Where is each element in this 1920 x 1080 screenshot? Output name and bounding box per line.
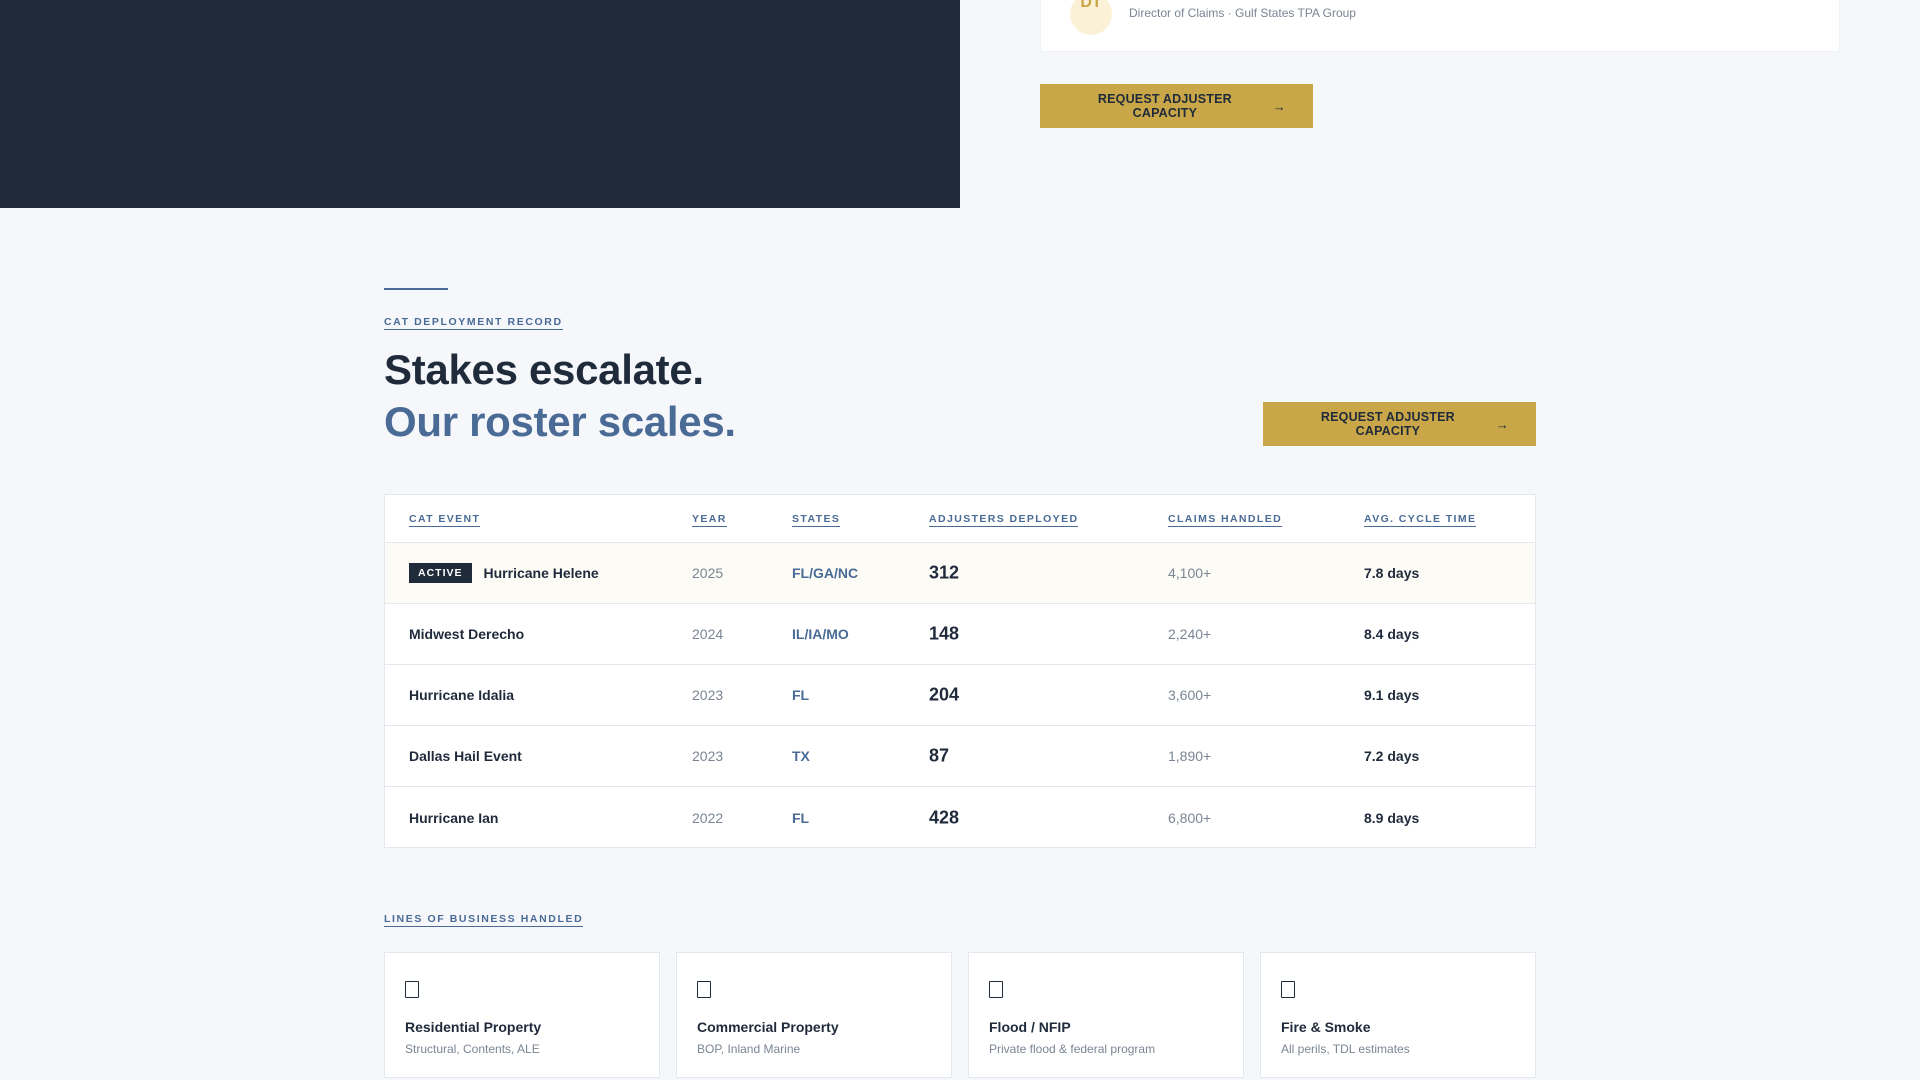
lob-card-commercial: Commercial Property BOP, Inland Marine (676, 952, 952, 1078)
hero-dark-panel (0, 0, 960, 208)
table-row: Dallas Hail Event 2023 TX 87 1,890+ 7.2 … (385, 726, 1535, 787)
states-cell: FL/GA/NC (792, 565, 859, 581)
table-row: Midwest Derecho 2024 IL/IA/MO 148 2,240+… (385, 604, 1535, 665)
lob-card-residential: Residential Property Structural, Content… (384, 952, 660, 1078)
claims-cell: 6,800+ (1168, 809, 1212, 826)
lob-card-flood: Flood / NFIP Private flood & federal pro… (968, 952, 1244, 1078)
cycle-time-cell: 8.9 days (1364, 809, 1420, 826)
states-cell: FL (792, 809, 810, 826)
claims-cell: 4,100+ (1168, 565, 1212, 581)
testimonial-attribution: Director of Claims · Gulf States TPA Gro… (1129, 6, 1356, 20)
table-header: CAT EVENT YEAR STATES ADJUSTERS DEPLOYED… (385, 495, 1535, 543)
lob-card-title: Fire & Smoke (1281, 1019, 1371, 1035)
table-row: ACTIVE Hurricane Helene 2025 FL/GA/NC 31… (385, 543, 1535, 604)
column-header-states: STATES (792, 513, 841, 527)
lob-card-description: BOP, Inland Marine (697, 1042, 801, 1056)
headline-line-2: Our roster scales. (384, 398, 736, 445)
adjusters-cell: 148 (929, 623, 960, 644)
button-label: REQUEST ADJUSTER CAPACITY (1097, 92, 1232, 120)
building-icon (405, 981, 419, 998)
year-cell: 2023 (692, 687, 724, 703)
section-headline: Stakes escalate. Our roster scales. (384, 344, 736, 448)
button-label: REQUEST ADJUSTER CAPACITY (1320, 410, 1455, 438)
lob-card-description: Private flood & federal program (989, 1042, 1156, 1056)
column-header-cycle-time: AVG. CYCLE TIME (1364, 513, 1477, 527)
year-cell: 2025 (692, 565, 724, 581)
event-name: Hurricane Idalia (409, 687, 515, 703)
request-capacity-button-top[interactable]: REQUEST ADJUSTER CAPACITY → (1040, 84, 1313, 128)
table-row: Hurricane Idalia 2023 FL 204 3,600+ 9.1 … (385, 665, 1535, 726)
cycle-time-cell: 9.1 days (1364, 687, 1420, 703)
status-badge: ACTIVE (409, 563, 472, 583)
lines-of-business-grid: Residential Property Structural, Content… (384, 952, 1536, 1078)
states-cell: IL/IA/MO (792, 626, 849, 642)
request-capacity-button[interactable]: REQUEST ADJUSTER CAPACITY → (1263, 402, 1536, 446)
building-icon (697, 981, 711, 998)
claims-cell: 1,890+ (1168, 748, 1212, 764)
adjusters-cell: 87 (929, 745, 950, 766)
states-cell: FL (792, 687, 810, 703)
claims-cell: 3,600+ (1168, 687, 1212, 703)
event-name: Dallas Hail Event (409, 748, 522, 764)
event-name: Hurricane Ian (409, 809, 499, 826)
lob-card-fire: Fire & Smoke All perils, TDL estimates (1260, 952, 1536, 1078)
column-header-claims: CLAIMS HANDLED (1168, 513, 1283, 527)
year-cell: 2024 (692, 626, 724, 642)
building-icon (1281, 981, 1295, 998)
testimonial-card: DT Director of Claims · Gulf States TPA … (1040, 0, 1840, 52)
arrow-right-icon: → (1272, 98, 1286, 114)
adjusters-cell: 428 (929, 807, 960, 827)
column-header-adjusters: ADJUSTERS DEPLOYED (929, 513, 1079, 527)
lob-card-title: Flood / NFIP (989, 1019, 1071, 1035)
avatar: DT (1070, 0, 1112, 35)
table-row: Hurricane Ian 2022 FL 428 6,800+ 8.9 day… (385, 787, 1535, 848)
column-header-cat-event: CAT EVENT (409, 513, 481, 527)
adjusters-cell: 312 (929, 562, 960, 583)
cycle-time-cell: 8.4 days (1364, 626, 1420, 642)
lob-section-eyebrow: LINES OF BUSINESS HANDLED (384, 913, 584, 927)
states-cell: TX (792, 748, 810, 764)
lob-card-description: All perils, TDL estimates (1281, 1042, 1410, 1056)
event-name: Midwest Derecho (409, 626, 525, 642)
column-header-year: YEAR (692, 513, 727, 527)
adjusters-cell: 204 (929, 684, 960, 705)
event-name: Hurricane Helene (483, 565, 599, 581)
section-accent-line (384, 288, 448, 290)
claims-cell: 2,240+ (1168, 626, 1212, 642)
cycle-time-cell: 7.2 days (1364, 748, 1420, 764)
headline-line-1: Stakes escalate. (384, 346, 704, 393)
cat-event-cell: ACTIVE Hurricane Helene (409, 563, 599, 583)
cycle-time-cell: 7.8 days (1364, 565, 1420, 581)
lob-card-description: Structural, Contents, ALE (405, 1042, 540, 1056)
cat-section-eyebrow: CAT DEPLOYMENT RECORD (384, 316, 563, 330)
year-cell: 2022 (692, 809, 724, 826)
year-cell: 2023 (692, 748, 724, 764)
building-icon (989, 981, 1003, 998)
cat-deployment-table: CAT EVENT YEAR STATES ADJUSTERS DEPLOYED… (384, 494, 1536, 848)
lob-card-title: Residential Property (405, 1019, 542, 1035)
lob-card-title: Commercial Property (697, 1019, 839, 1035)
arrow-right-icon: → (1495, 416, 1509, 432)
